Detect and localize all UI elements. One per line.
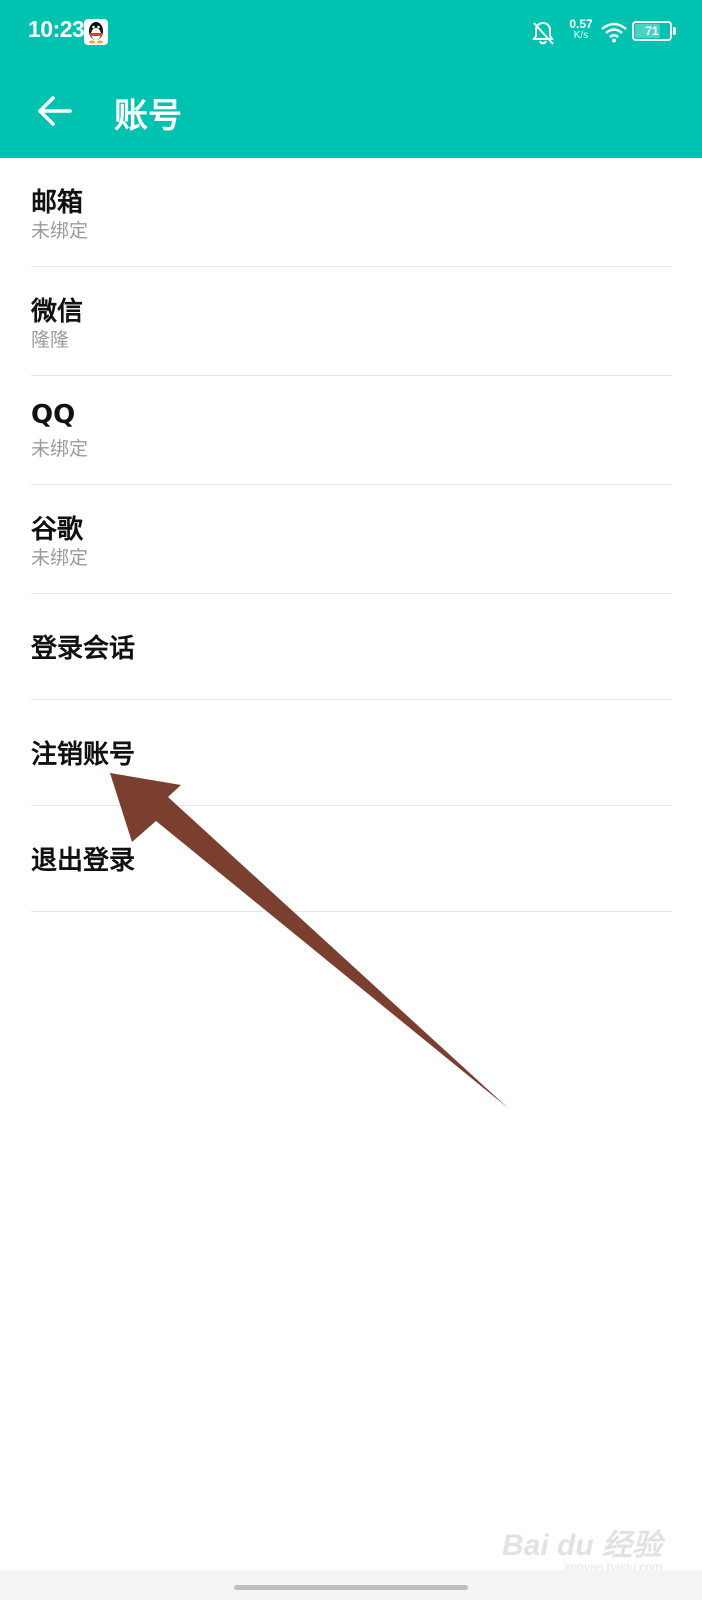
list-item-email[interactable]: 邮箱 未绑定 <box>0 158 702 267</box>
account-settings-list: 邮箱 未绑定 微信 隆隆 QQ 未绑定 谷歌 未绑定 登录会话 注销账号 退出登… <box>0 158 702 912</box>
back-button[interactable] <box>30 86 80 136</box>
bell-off-icon <box>532 21 554 45</box>
google-status: 未绑定 <box>31 547 89 569</box>
list-item-delete-account[interactable]: 注销账号 <box>0 700 702 806</box>
network-speed-unit: K/s <box>573 30 589 41</box>
network-speed: 0.57 K/s <box>566 18 596 42</box>
page-title: 账号 <box>114 96 182 136</box>
delete-account-title: 注销账号 <box>31 740 136 770</box>
baidu-jingyan-watermark: Bai du 经验 <box>501 1529 662 1562</box>
battery-level: 71 <box>645 24 659 38</box>
google-title: 谷歌 <box>31 515 84 545</box>
email-status: 未绑定 <box>31 220 89 242</box>
status-time: 10:23 <box>28 16 85 42</box>
list-item-wechat[interactable]: 微信 隆隆 <box>0 267 702 376</box>
qq-status: 未绑定 <box>31 438 89 460</box>
network-speed-value: 0.57 <box>569 17 593 31</box>
app-bar: 10:23 0.57 K/s 71 账号 <box>0 0 702 158</box>
home-indicator[interactable] <box>234 1585 468 1590</box>
battery-tip <box>673 27 676 35</box>
list-item-google[interactable]: 谷歌 未绑定 <box>0 485 702 594</box>
arrow-left-icon <box>38 96 72 126</box>
login-sessions-title: 登录会话 <box>31 634 136 664</box>
list-item-qq[interactable]: QQ 未绑定 <box>0 376 702 485</box>
wifi-icon <box>601 22 627 43</box>
list-item-logout[interactable]: 退出登录 <box>0 806 702 912</box>
wechat-title: 微信 <box>31 297 84 327</box>
email-title: 邮箱 <box>31 188 84 218</box>
logout-title: 退出登录 <box>31 846 136 876</box>
battery-icon: 71 <box>632 21 672 41</box>
wechat-status: 隆隆 <box>31 329 70 351</box>
divider <box>31 911 672 912</box>
qq-icon <box>84 19 108 45</box>
list-item-login-sessions[interactable]: 登录会话 <box>0 594 702 700</box>
qq-title: QQ <box>31 400 76 430</box>
status-bar: 10:23 0.57 K/s 71 <box>0 0 702 64</box>
